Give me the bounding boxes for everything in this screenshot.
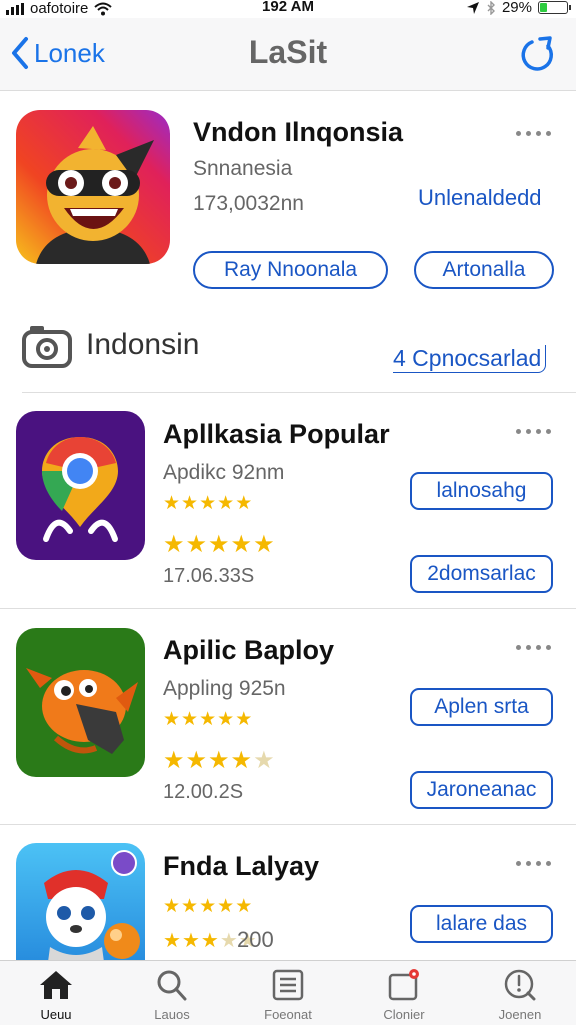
app-subtitle: Apdikc 92nm [163, 461, 285, 484]
star-icon: ★ [163, 709, 182, 730]
app-row[interactable]: Apllkasia Popular Apdikc 92nm ★★★★★ ★★★★… [0, 393, 576, 608]
star-icon: ★ [230, 531, 254, 558]
app-name[interactable]: Apllkasia Popular [163, 419, 390, 450]
star-icon: ★ [208, 531, 231, 558]
star-icon: ★ [199, 896, 218, 917]
map-pin-icon [16, 411, 145, 560]
star-icon: ★ [163, 896, 182, 917]
featured-app-row[interactable]: Vndon Ilnqonsia Snnanesia 173,0032nn Unl… [0, 91, 576, 306]
app-row[interactable]: Apilic Baploy Appling 925n ★★★★★ ★★★★★ 1… [0, 609, 576, 824]
rating-stars: ★★★★★ [163, 708, 253, 731]
star-icon: ★ [199, 493, 218, 514]
tab-label: Clonier [383, 1007, 425, 1022]
featured-primary-button[interactable]: Ray Nnoonala [193, 251, 388, 289]
app-action-button[interactable]: lalare das [410, 905, 553, 943]
mascot-icon [16, 110, 170, 264]
more-options-icon[interactable] [516, 645, 552, 653]
tab-label: Joenen [498, 1007, 542, 1022]
updates-icon [388, 969, 419, 1001]
list-icon [272, 969, 304, 1001]
app-row[interactable]: Fnda Lalyay ★★★★★ ★★★★★ 200 lalare das [0, 825, 576, 960]
star-icon: ★ [185, 531, 209, 558]
star-icon: ★ [253, 747, 276, 774]
star-icon: ★ [163, 531, 186, 558]
tab-label: Foeonat [264, 1007, 312, 1022]
app-icon[interactable] [16, 843, 145, 960]
app-review-count: 200 [237, 927, 274, 952]
home-icon [40, 971, 72, 999]
app-icon[interactable] [16, 628, 145, 777]
star-icon: ★ [219, 930, 239, 952]
bird-icon [16, 628, 145, 777]
star-icon: ★ [230, 747, 254, 774]
section-title: Indonsin [86, 328, 200, 361]
star-icon: ★ [181, 930, 201, 952]
app-name[interactable]: Apilic Baploy [163, 635, 334, 666]
star-icon: ★ [163, 747, 186, 774]
featured-app-name[interactable]: Vndon Ilnqonsia [193, 117, 403, 148]
character-icon [16, 843, 145, 960]
refresh-button[interactable] [518, 34, 558, 74]
app-download-button[interactable]: Jaroneanac [410, 771, 553, 809]
star-icon: ★ [208, 747, 231, 774]
tab-account[interactable]: Joenen [472, 969, 568, 1022]
star-icon: ★ [253, 531, 276, 558]
more-options-icon[interactable] [516, 131, 552, 139]
more-options-icon[interactable] [516, 861, 552, 869]
app-date: 17.06.33S [163, 565, 255, 587]
search-icon [157, 970, 187, 1001]
star-icon: ★ [217, 896, 236, 917]
star-icon: ★ [235, 896, 254, 917]
star-icon: ★ [235, 493, 254, 514]
section-header: Indonsin 4 Cpnocsarlad [0, 306, 576, 392]
tab-search[interactable]: Lauos [124, 969, 220, 1022]
status-bar: oafotoire 192 AM 29% [0, 0, 576, 18]
rating-stars: ★★★★★ [163, 530, 276, 559]
app-download-button[interactable]: 2domsarlac [410, 555, 553, 593]
account-icon [504, 969, 536, 1001]
rating-stars: ★★★★★ [163, 746, 276, 775]
page-title: LaSit [248, 34, 328, 70]
star-icon: ★ [185, 747, 209, 774]
app-action-button[interactable]: lalnosahg [410, 472, 553, 510]
rating-stars: ★★★★★ [163, 492, 253, 515]
star-icon: ★ [163, 930, 182, 952]
featured-link[interactable]: Unlenaldedd [418, 185, 542, 211]
section-link[interactable]: 4 Cpnocsarlad [393, 345, 547, 373]
star-icon: ★ [217, 709, 236, 730]
more-options-icon[interactable] [516, 429, 552, 437]
bluetooth-icon [487, 0, 495, 15]
refresh-icon [521, 36, 553, 71]
tab-home[interactable]: Ueuu [8, 969, 104, 1022]
tab-updates[interactable]: Clonier [356, 969, 452, 1022]
tab-label: Ueuu [40, 1007, 72, 1022]
featured-app-icon[interactable] [16, 110, 170, 264]
location-icon [466, 1, 479, 14]
app-date: 12.00.2S [163, 781, 244, 803]
star-icon: ★ [235, 709, 254, 730]
star-icon: ★ [199, 709, 218, 730]
tab-list[interactable]: Foeonat [240, 969, 336, 1022]
battery-percent: 29% [501, 0, 532, 16]
app-icon[interactable] [16, 411, 145, 560]
rating-stars: ★★★★★ [163, 895, 253, 918]
tab-label: Lauos [154, 1007, 190, 1022]
star-icon: ★ [163, 493, 182, 514]
status-right: 29% [466, 0, 571, 16]
featured-app-subtitle: Snnanesia [193, 157, 293, 180]
battery-icon [538, 1, 571, 14]
star-icon: ★ [181, 709, 200, 730]
app-action-button[interactable]: Aplen srta [410, 688, 553, 726]
app-name[interactable]: Fnda Lalyay [163, 851, 319, 882]
featured-secondary-button[interactable]: Artonalla [414, 251, 554, 289]
tab-bar: Ueuu Lauos Foeonat Clonier Joenen [0, 960, 576, 1025]
nav-bar: Lonek LaSit [0, 18, 576, 91]
star-icon: ★ [181, 493, 200, 514]
camera-icon [22, 326, 72, 368]
star-icon: ★ [200, 930, 220, 952]
star-icon: ★ [181, 896, 200, 917]
featured-app-size: 173,0032nn [193, 192, 304, 215]
star-icon: ★ [217, 493, 236, 514]
app-subtitle: Appling 925n [163, 677, 286, 700]
